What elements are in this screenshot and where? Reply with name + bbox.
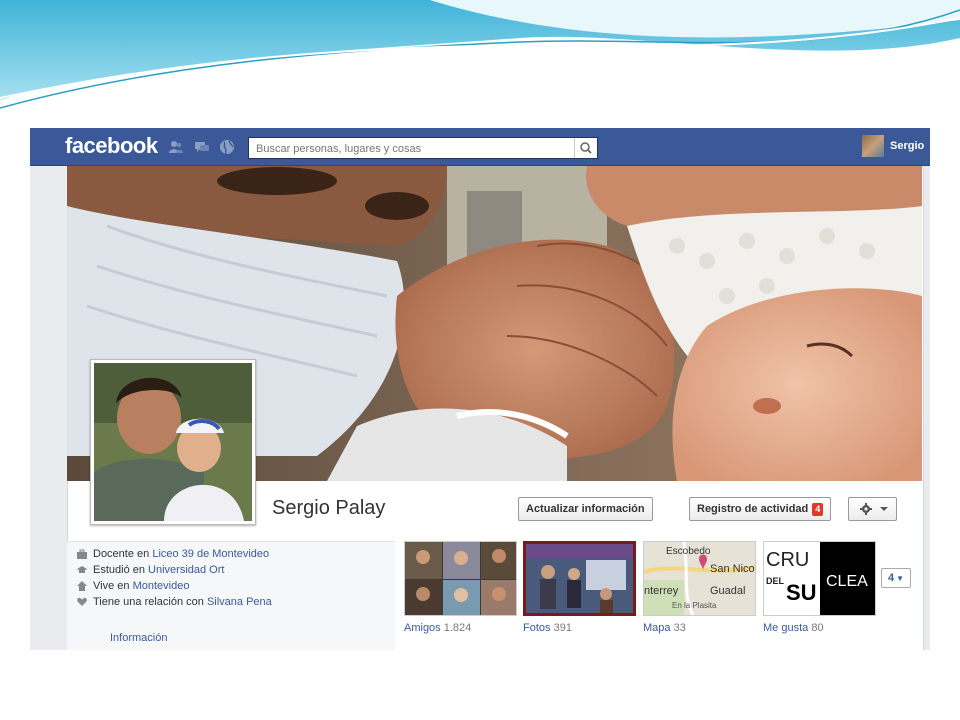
friends-tile-label[interactable]: Amigos 1.824	[404, 622, 471, 634]
about-education-link[interactable]: Universidad Ort	[148, 564, 224, 576]
about-relationship-link[interactable]: Silvana Pena	[207, 596, 272, 608]
search-icon	[580, 142, 592, 154]
photos-label: Fotos	[523, 622, 551, 634]
about-work-link[interactable]: Liceo 39 de Montevideo	[152, 548, 269, 560]
search-button[interactable]	[574, 138, 597, 158]
map-place-4: Guadal	[710, 585, 745, 597]
activity-log-label: Registro de actividad	[697, 503, 809, 515]
likes-tile-label[interactable]: Me gusta 80	[763, 622, 824, 634]
settings-dropdown-button[interactable]	[848, 497, 897, 521]
map-place-1: Escobedo	[666, 546, 711, 557]
update-info-button[interactable]: Actualizar información	[518, 497, 653, 521]
update-info-label: Actualizar información	[526, 503, 645, 515]
likes-label: Me gusta	[763, 622, 809, 634]
activity-count-badge: 4	[812, 502, 824, 516]
map-count: 33	[673, 622, 686, 634]
top-navigation-bar: facebook Sergio	[30, 128, 930, 166]
friends-collage-image	[405, 542, 516, 615]
house-icon	[77, 581, 87, 591]
heart-icon	[77, 597, 87, 606]
about-relationship-prefix: Tiene una relación con	[93, 596, 207, 608]
graduation-cap-icon	[77, 566, 87, 573]
user-avatar[interactable]	[862, 135, 884, 157]
facebook-screenshot: facebook Sergio	[30, 128, 930, 650]
search-box[interactable]	[248, 137, 598, 159]
friends-count: 1.824	[443, 622, 472, 634]
about-section: Docente en Liceo 39 de Montevideo Estudi…	[67, 541, 395, 650]
friends-label: Amigos	[404, 622, 441, 634]
likes-text-1: CRU	[766, 549, 809, 571]
map-tile[interactable]: Escobedo San Nicol nterrey Guadal En la …	[643, 541, 756, 616]
about-work-prefix: Docente en	[93, 548, 153, 560]
map-place-2: San Nicol	[710, 563, 756, 575]
chevron-down-icon: ▼	[896, 574, 905, 583]
user-name-link[interactable]: Sergio	[890, 140, 924, 152]
profile-name: Sergio Palay	[272, 497, 386, 519]
about-education-prefix: Estudió en	[93, 564, 149, 576]
about-item-city: Vive en Montevideo	[77, 580, 190, 592]
profile-picture-image	[94, 363, 252, 521]
photos-tile[interactable]	[523, 541, 636, 616]
photos-thumbnail-image	[526, 544, 633, 613]
search-input[interactable]	[254, 139, 578, 159]
about-more-link[interactable]: Información	[110, 632, 167, 644]
friends-tile[interactable]	[404, 541, 517, 616]
likes-text-2: DEL	[766, 576, 785, 586]
more-apps-count: 4	[887, 572, 895, 584]
likes-thumbnail-image: CRU DEL SU CLEA	[764, 542, 875, 615]
map-place-3: nterrey	[644, 585, 679, 597]
about-item-relationship: Tiene una relación con Silvana Pena	[77, 596, 272, 608]
about-item-education: Estudió en Universidad Ort	[77, 564, 224, 576]
map-thumbnail-image: Escobedo San Nicol nterrey Guadal En la …	[644, 542, 756, 615]
about-city-link[interactable]: Montevideo	[133, 580, 190, 592]
likes-count: 80	[811, 622, 824, 634]
friend-requests-icon[interactable]	[168, 139, 184, 155]
about-city-prefix: Vive en	[93, 580, 133, 592]
map-tile-label[interactable]: Mapa 33	[643, 622, 686, 634]
likes-text-4: CLEA	[826, 573, 868, 590]
chevron-down-icon	[880, 507, 888, 511]
more-apps-button[interactable]: 4 ▼	[881, 568, 911, 588]
photos-tile-label[interactable]: Fotos 391	[523, 622, 572, 634]
map-label: Mapa	[643, 622, 671, 634]
likes-tile[interactable]: CRU DEL SU CLEA	[763, 541, 876, 616]
map-place-5: En la Plasita	[672, 601, 717, 610]
facebook-logo[interactable]: facebook	[65, 133, 158, 159]
profile-picture[interactable]	[90, 359, 256, 525]
messages-icon[interactable]	[194, 139, 210, 155]
activity-log-button[interactable]: Registro de actividad 4	[689, 497, 832, 521]
likes-text-3: SU	[786, 580, 817, 605]
notifications-globe-icon[interactable]	[219, 139, 235, 155]
briefcase-icon	[77, 549, 87, 559]
photos-count: 391	[553, 622, 572, 634]
about-item-work: Docente en Liceo 39 de Montevideo	[77, 548, 269, 560]
gear-icon	[860, 503, 888, 515]
